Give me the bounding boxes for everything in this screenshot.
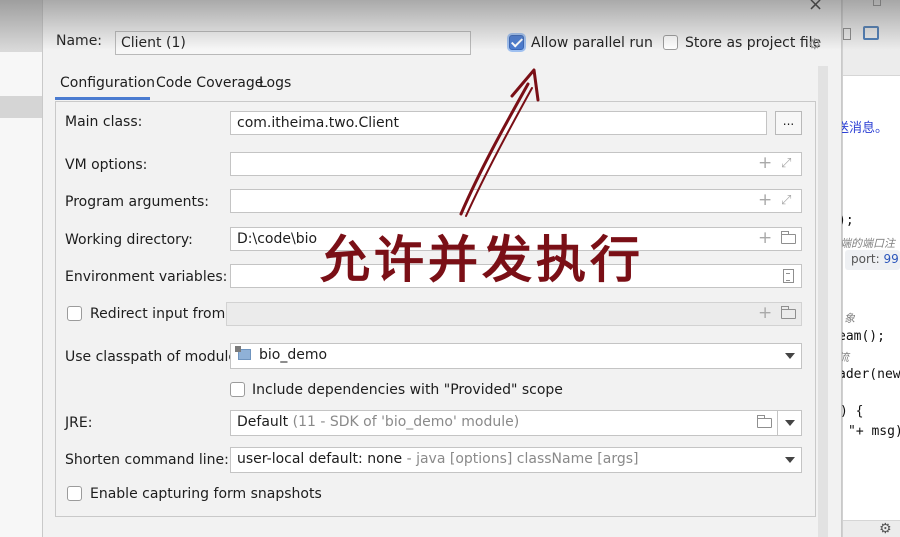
tool-window-header (0, 0, 42, 52)
jre-select[interactable]: Default (11 - SDK of 'bio_demo' module) (230, 410, 802, 436)
chevron-down-icon[interactable] (785, 353, 795, 359)
code-comment-line: 象 (844, 312, 855, 325)
vm-options-label: VM options: (65, 157, 148, 173)
tab-code-coverage[interactable]: Code Coverage (156, 75, 263, 91)
window-icon[interactable] (873, 0, 881, 6)
folder-icon[interactable] (781, 231, 796, 244)
working-directory-value: D:\code\bio (237, 231, 318, 247)
form-snapshots-checkbox[interactable] (67, 486, 82, 501)
tab-logs[interactable]: Logs (259, 75, 291, 91)
redirect-input-label[interactable]: Redirect input from: (90, 306, 230, 322)
module-label: Use classpath of module: (65, 349, 242, 365)
document-icon[interactable] (783, 269, 794, 283)
browse-main-class-button[interactable]: ... (775, 111, 802, 135)
store-as-project-file-checkbox[interactable] (663, 35, 678, 50)
shorten-command-line-select[interactable]: user-local default: none - java [options… (230, 447, 802, 473)
plus-icon: + (758, 303, 773, 323)
allow-parallel-run-checkbox[interactable] (509, 35, 524, 50)
include-dependencies-checkbox[interactable] (230, 382, 245, 397)
close-icon[interactable]: × (808, 0, 823, 15)
code-comment-line: 送消息。 (836, 121, 889, 136)
port-hint-value: 99 (883, 252, 899, 266)
chevron-down-icon[interactable] (785, 457, 795, 463)
redirect-input-field: + (226, 302, 802, 326)
form-snapshots-label[interactable]: Enable capturing form snapshots (90, 486, 322, 502)
project-tool-window (0, 0, 42, 537)
environment-variables-label: Environment variables: (65, 269, 228, 285)
store-as-project-file-label[interactable]: Store as project file (685, 35, 821, 51)
scrollbar[interactable] (818, 66, 828, 537)
parameter-hint: port: 99 (845, 250, 900, 270)
name-label: Name: (56, 33, 103, 49)
module-value: bio_demo (259, 347, 328, 363)
name-input[interactable] (115, 31, 471, 55)
structure-icon[interactable] (863, 26, 879, 40)
main-class-label: Main class: (65, 114, 143, 130)
jre-value: Default (237, 414, 289, 430)
folder-icon (781, 306, 796, 319)
shorten-command-line-label: Shorten command line: (65, 452, 229, 468)
main-class-value: com.itheima.two.Client (237, 115, 400, 131)
gear-icon[interactable]: ⚙ (808, 35, 821, 53)
code-keyword: new (877, 367, 900, 382)
program-arguments-field[interactable]: + ⤢ (230, 189, 802, 213)
main-class-field[interactable]: com.itheima.two.Client (230, 111, 767, 135)
include-dependencies-label[interactable]: Include dependencies with "Provided" sco… (252, 382, 563, 398)
module-icon (235, 346, 251, 360)
program-arguments-label: Program arguments: (65, 194, 209, 210)
vm-options-field[interactable]: + ⤢ (230, 152, 802, 176)
code-line: ) { (840, 404, 864, 419)
chevron-down-icon[interactable] (785, 420, 795, 426)
jre-label: JRE: (65, 415, 93, 431)
folder-icon[interactable] (757, 415, 772, 428)
tab-configuration[interactable]: Configuration (60, 75, 155, 91)
code-line: "+ msg) (848, 424, 900, 439)
expand-icon[interactable]: ⤢ (781, 193, 791, 208)
plus-icon[interactable]: + (758, 190, 772, 210)
editor-toolbar (843, 0, 900, 76)
toolbar-icon[interactable] (843, 28, 851, 40)
code-line: eam(); (838, 329, 885, 344)
port-hint-label: port: (851, 252, 880, 266)
annotation-text: 允许并发执行 (320, 230, 644, 289)
expand-icon[interactable]: ⤢ (781, 156, 791, 171)
active-tab-indicator (55, 97, 150, 100)
allow-parallel-run-label[interactable]: Allow parallel run (531, 35, 653, 51)
code-line: ader(new (838, 367, 900, 382)
code-comment-line: 端的端口注 (840, 237, 895, 250)
module-select[interactable]: bio_demo (230, 343, 802, 369)
redirect-input-checkbox[interactable] (67, 306, 82, 321)
shorten-command-line-value: user-local default: none (237, 451, 403, 467)
selected-tree-row[interactable] (0, 96, 42, 118)
separator (777, 411, 778, 435)
plus-icon[interactable]: + (758, 228, 772, 248)
jre-hint: (11 - SDK of 'bio_demo' module) (292, 414, 520, 430)
status-bar: ⚙ (843, 520, 900, 537)
code-token: ader( (838, 367, 878, 382)
plus-icon[interactable]: + (758, 153, 772, 173)
shorten-command-line-hint: - java [options] className [args] (406, 451, 639, 467)
gear-icon[interactable]: ⚙ (879, 521, 892, 537)
working-directory-label: Working directory: (65, 232, 193, 248)
